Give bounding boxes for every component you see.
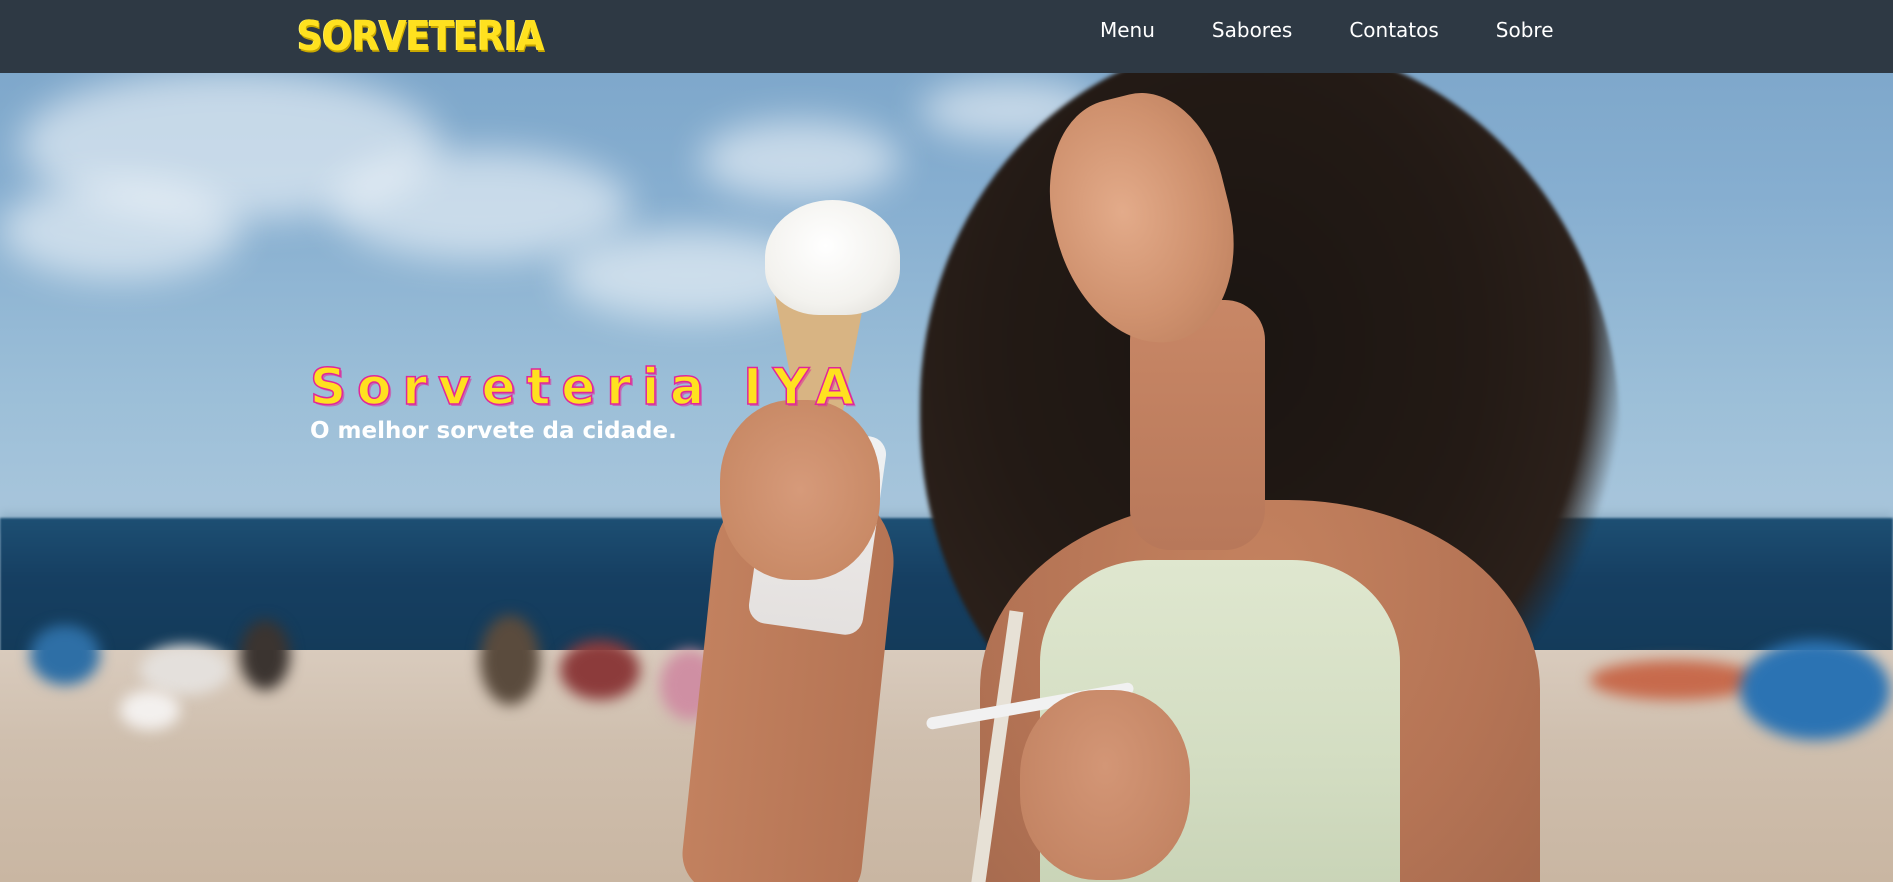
main-nav: Menu Sabores Contatos Sobre (1100, 0, 1554, 60)
ice-cream-scoop (765, 200, 900, 315)
logo[interactable]: SORVETERIA (297, 9, 544, 63)
woman-hand (1020, 690, 1190, 880)
page: SORVETERIA Menu Sabores Contatos Sobre S… (0, 0, 1893, 882)
cloud (330, 150, 630, 260)
cloud (0, 180, 240, 280)
nav-link-menu[interactable]: Menu (1100, 0, 1155, 60)
nav-link-sobre[interactable]: Sobre (1496, 0, 1554, 60)
beachgoer (1590, 660, 1760, 700)
beachgoer (240, 620, 290, 690)
hero-title: Sorveteria IYA (309, 357, 866, 417)
beachgoer (140, 645, 230, 695)
beachgoer (560, 640, 640, 700)
beachgoer (120, 690, 180, 730)
hero-text: Sorveteria IYA O melhor sorvete da cidad… (309, 357, 866, 445)
beachgoer (480, 615, 540, 705)
beachgoer (30, 625, 100, 685)
hero-subtitle: O melhor sorvete da cidade. (310, 418, 677, 444)
cloud (700, 120, 900, 200)
beachgoer (1740, 640, 1890, 740)
nav-link-contatos[interactable]: Contatos (1349, 0, 1438, 60)
top-navbar: SORVETERIA Menu Sabores Contatos Sobre (0, 0, 1893, 73)
nav-link-sabores[interactable]: Sabores (1212, 0, 1292, 60)
hero-background-image (0, 0, 1893, 882)
